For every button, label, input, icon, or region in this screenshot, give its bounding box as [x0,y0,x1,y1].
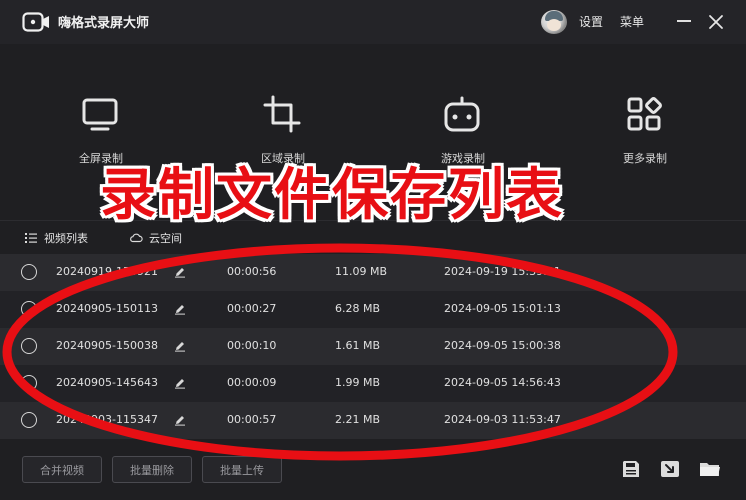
rename-pencil-icon[interactable] [174,414,186,426]
file-date: 2024-09-19 15:39:21 [444,265,561,278]
file-duration: 00:00:09 [227,376,277,389]
gamepad-icon [444,96,480,132]
row-select-radio[interactable] [21,264,37,280]
file-size: 11.09 MB [335,265,388,278]
file-size: 1.61 MB [335,339,381,352]
table-row[interactable]: 20240919-153921 00:00:56 11.09 MB 2024-0… [0,254,746,291]
cloud-icon [130,233,143,243]
crop-icon [263,95,301,133]
grid-icon [627,97,662,131]
file-duration: 00:00:56 [227,265,277,278]
file-name: 20240905-150113 [56,302,158,315]
save-icon[interactable] [620,459,642,479]
row-select-radio[interactable] [21,338,37,354]
table-row[interactable]: 20240905-150038 00:00:10 1.61 MB 2024-09… [0,328,746,365]
rename-pencil-icon[interactable] [174,340,186,352]
avatar[interactable] [541,10,567,34]
minimize-button[interactable] [672,10,696,32]
row-select-radio[interactable] [21,301,37,317]
tab-cloud-space[interactable]: 云空间 [129,229,182,247]
batch-upload-button[interactable]: 批量上传 [202,456,282,483]
app-window: 嗨格式录屏大师 设置 菜单 全屏录制 区域录制 游戏录制 更多录制 录制文件保存… [0,0,746,500]
file-size: 2.21 MB [335,413,381,426]
file-name: 20240919-153921 [56,265,158,278]
file-duration: 00:00:27 [227,302,277,315]
minimize-icon [677,20,691,22]
recording-file-list: 20240919-153921 00:00:56 11.09 MB 2024-0… [0,254,746,442]
file-name: 20240905-145643 [56,376,158,389]
table-row[interactable]: 20240905-145643 00:00:09 1.99 MB 2024-09… [0,365,746,402]
file-date: 2024-09-05 15:00:38 [444,339,561,352]
settings-button[interactable]: 设置 [579,13,603,30]
file-date: 2024-09-05 15:01:13 [444,302,561,315]
file-name: 20240905-150038 [56,339,158,352]
tab-label: 视频列表 [44,232,88,245]
tab-label: 云空间 [149,232,182,245]
file-duration: 00:00:10 [227,339,277,352]
camera-logo-icon [22,12,49,32]
row-select-radio[interactable] [21,375,37,391]
row-select-radio[interactable] [21,412,37,428]
title-bar: 嗨格式录屏大师 设置 菜单 [0,0,746,44]
avatar-face [547,19,561,31]
import-icon[interactable] [659,459,681,479]
file-size: 1.99 MB [335,376,381,389]
rename-pencil-icon[interactable] [174,303,186,315]
file-size: 6.28 MB [335,302,381,315]
close-icon[interactable] [704,10,728,34]
file-name: 20240903-115347 [56,413,158,426]
tab-video-list[interactable]: 视频列表 [24,229,88,247]
menu-button[interactable]: 菜单 [620,13,644,30]
rename-pencil-icon[interactable] [174,266,186,278]
rename-pencil-icon[interactable] [174,377,186,389]
table-row[interactable]: 20240903-115347 00:00:57 2.21 MB 2024-09… [0,402,746,439]
overlay-headline: 录制文件保存列表 [100,163,564,228]
table-row[interactable]: 20240905-150113 00:00:27 6.28 MB 2024-09… [0,291,746,328]
file-date: 2024-09-03 11:53:47 [444,413,561,426]
footer-toolbar: 合并视频 批量删除 批量上传 [0,442,746,500]
file-date: 2024-09-05 14:56:43 [444,376,561,389]
app-title: 嗨格式录屏大师 [58,16,150,31]
folder-icon[interactable] [699,459,721,479]
batch-delete-button[interactable]: 批量删除 [112,456,192,483]
monitor-icon [82,98,118,131]
file-duration: 00:00:57 [227,413,277,426]
merge-video-button[interactable]: 合并视频 [22,456,102,483]
list-icon [25,233,37,243]
